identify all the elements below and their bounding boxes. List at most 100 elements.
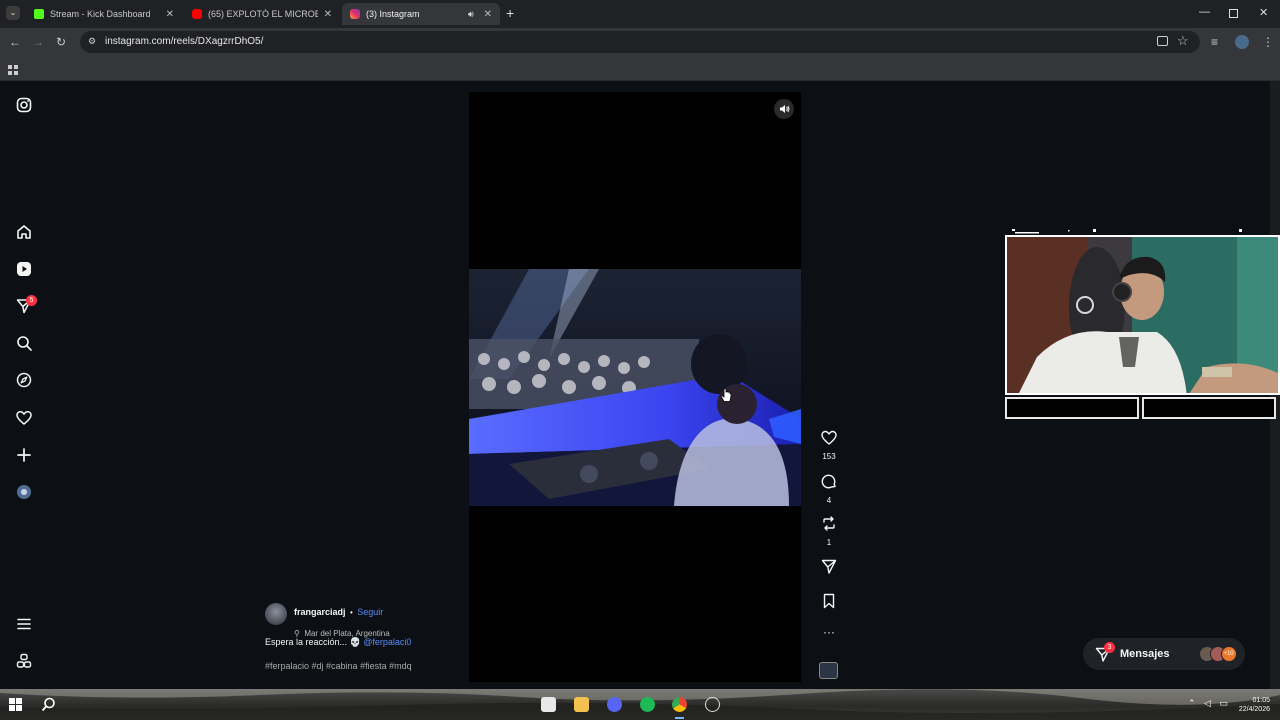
messages-button[interactable]: 3 Mensajes +10 [1083,638,1245,670]
instagram-sidebar: 5 [0,81,48,689]
browser-toolbar: ← → ↻ ⚙ instagram.com/reels/DXagzrrDhO5/… [0,28,1280,56]
tab-label: (3) Instagram [366,9,420,19]
tab-label: (65) EXPLOTÓ EL MICROESTADI [208,9,318,19]
messages-badge: 3 [1104,641,1115,653]
tab-instagram[interactable]: (3) Instagram 🔊︎ ✕ [342,3,500,25]
messages-label: Mensajes [1120,648,1170,660]
caption-mention[interactable]: @ferpalaci0 [363,637,411,647]
tab-close-icon[interactable]: ✕ [166,9,174,20]
like-count: 153 [822,452,836,461]
tab-youtube[interactable]: (65) EXPLOTÓ EL MICROESTADI ✕ [184,3,340,25]
notification-badge: 5 [26,295,37,306]
discord-icon[interactable] [607,697,622,712]
comment-bubble-icon[interactable] [821,474,837,489]
spotify-icon[interactable] [640,697,655,712]
back-icon[interactable]: ← [9,35,21,49]
hand-cursor-icon [720,388,732,404]
messages-paper-plane-icon: 3 [1095,641,1115,662]
profile-avatar-icon[interactable] [14,482,34,502]
author-avatar[interactable] [265,603,287,625]
bookmark-icon[interactable] [821,593,837,609]
forward-icon[interactable]: → [32,35,44,49]
streamer-camera-image [1007,237,1278,393]
tab-label: Stream - Kick Dashboard [50,9,151,19]
save-action[interactable] [817,593,841,614]
comment-action[interactable]: 4 [817,474,841,505]
reel-hashtags[interactable]: #ferpalacio #dj #cabina #fiesta #mdq [265,661,412,671]
messages-more-count: +10 [1220,646,1237,662]
tab-audio-icon[interactable]: 🔊︎ [468,9,474,20]
url-text: instagram.com/reels/DXagzrrDhO5/ [105,36,264,47]
tab-kick-dashboard[interactable]: Stream - Kick Dashboard ✕ [26,3,182,25]
repost-icon[interactable] [821,516,837,531]
repost-count: 1 [826,538,832,547]
create-plus-icon[interactable] [14,445,34,465]
address-bar[interactable]: ⚙ instagram.com/reels/DXagzrrDhO5/ ☆ [80,31,1200,53]
repost-action[interactable]: 1 [817,516,841,547]
start-menu-icon[interactable] [8,697,23,712]
media-controls-icon[interactable]: ≡ [1211,35,1218,49]
site-info-icon[interactable]: ⚙ [88,36,96,47]
browser-tab-bar: ⌄ Stream - Kick Dashboard ✕ (65) EXPLOTÓ… [0,0,1280,28]
close-window-button[interactable]: ✕ [1259,6,1268,19]
file-explorer-icon[interactable] [574,697,589,712]
home-icon[interactable] [14,222,34,242]
comment-count: 4 [826,496,832,505]
install-app-icon[interactable] [1157,36,1168,46]
notifications-heart-icon[interactable] [14,408,34,428]
tab-close-icon[interactable]: ✕ [484,9,492,20]
system-tray-icons[interactable]: ⌃ ◁ ▭ [1188,698,1231,709]
like-action[interactable]: 153 [817,430,841,461]
author-info: frangarciadj • Seguir ⚲ Mar del Plata, A… [294,602,390,641]
also-from-meta-icon[interactable] [14,651,34,671]
profile-avatar[interactable] [1235,35,1249,49]
instagram-logo-icon[interactable] [14,95,34,115]
follow-button[interactable]: Seguir [357,607,383,617]
more-menu-icon[interactable] [14,614,34,634]
dj-party-video-image [469,269,801,506]
taskbar-search-icon[interactable] [41,697,56,712]
like-heart-icon[interactable] [821,430,837,445]
search-icon[interactable] [14,333,34,353]
taskbar-clock[interactable]: 01:05 22/4/2026 [1239,696,1270,714]
reels-icon[interactable] [14,259,34,279]
tab-close-icon[interactable]: ✕ [324,9,332,20]
minimize-button[interactable]: — [1199,6,1210,18]
speaker-icon [779,105,789,113]
clock-date: 22/4/2026 [1238,706,1270,713]
clock-time: 01:05 [1252,697,1270,704]
instagram-favicon-icon [350,9,360,19]
new-tab-button[interactable]: + [506,5,514,21]
messages-avatars: +10 [1198,646,1241,662]
streamer-webcam-overlay [1005,235,1280,395]
bookmark-star-icon[interactable]: ☆ [1177,33,1189,49]
separator-dot: • [349,608,353,617]
stream-overlay-line [1012,222,1252,234]
youtube-favicon-icon [192,9,202,19]
share-action[interactable] [817,559,841,579]
reload-icon[interactable]: ↻ [56,35,66,49]
chrome-icon[interactable] [672,697,687,712]
more-options-icon[interactable]: ··· [817,626,841,638]
author-username[interactable]: frangarciadj [294,607,346,617]
bookmarks-bar [0,56,1280,81]
kick-favicon-icon [34,9,44,19]
browser-menu-icon[interactable]: ⋮ [1262,35,1274,49]
obs-icon[interactable] [705,697,720,712]
windows-taskbar: ⌃ ◁ ▭ 01:05 22/4/2026 [0,689,1280,720]
reel-player[interactable] [469,92,801,682]
task-view-icon[interactable] [541,697,556,712]
reel-video-frame[interactable] [469,269,801,506]
caption-text: Espera la reacción... 💀 [265,637,361,647]
webcam-label-bar-right [1142,397,1276,419]
tab-search-icon[interactable]: ⌄ [6,6,20,20]
volume-toggle-button[interactable] [774,99,794,119]
audio-thumbnail[interactable] [819,662,838,679]
apps-grid-icon[interactable] [8,62,18,75]
restore-button[interactable] [1229,9,1238,18]
chrome-active-indicator [675,717,684,719]
reel-caption: Espera la reacción... 💀 @ferpalaci0 [265,637,411,648]
explore-compass-icon[interactable] [14,370,34,390]
share-paper-plane-icon[interactable] [821,559,837,574]
webcam-label-bar-left [1005,397,1139,419]
